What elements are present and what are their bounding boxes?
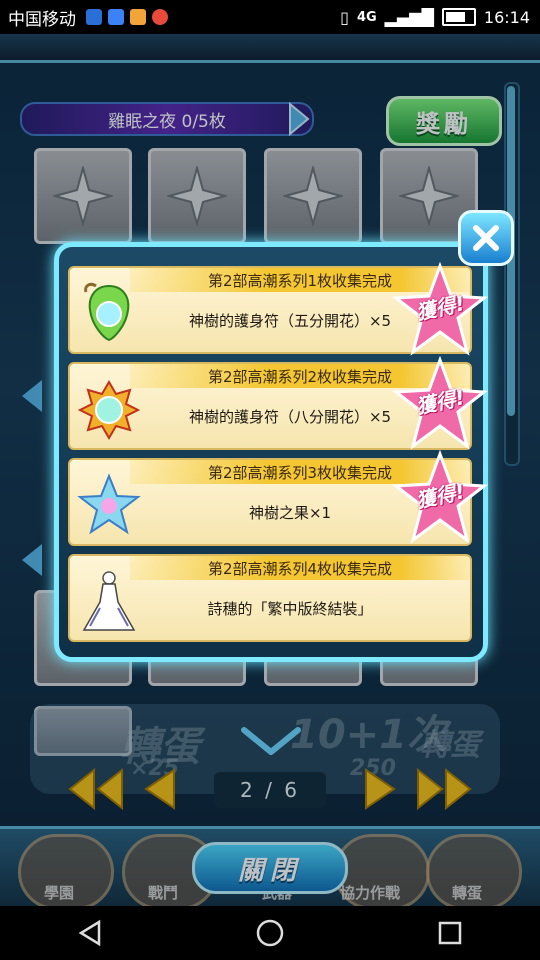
nav-recents-button[interactable]: [430, 913, 470, 953]
signal-icon: ▂▄▆█: [384, 7, 434, 27]
nav-back-button[interactable]: [70, 913, 110, 953]
reward-row-desc: 詩穗的「繁中版終結裝」: [207, 600, 373, 618]
recents-square-icon: [438, 921, 462, 945]
nav-home-button[interactable]: [250, 913, 290, 953]
weibo-icon: [152, 9, 168, 25]
battery-icon: [441, 8, 476, 26]
app-notification-icon: [108, 9, 124, 25]
vibrate-icon: ▯: [340, 7, 349, 27]
back-triangle-icon: [78, 919, 101, 947]
obtained-stamp: 獲得!: [391, 261, 489, 358]
carrier-name: 中国移动: [8, 9, 76, 30]
home-circle-icon: [256, 919, 284, 947]
network-type: 4G: [356, 9, 377, 25]
obtained-stamp: 獲得!: [391, 449, 489, 546]
app-notification-icon: [130, 9, 146, 25]
obtained-stamp: 獲得!: [391, 355, 489, 452]
android-nav-bar: [0, 906, 540, 960]
close-icon: [473, 225, 499, 251]
reward-row: 第2部高潮系列4枚收集完成 詩穗的「繁中版終結裝」: [68, 554, 472, 642]
modal-close-button[interactable]: [458, 210, 514, 266]
reward-row-title: 第2部高潮系列4枚收集完成: [130, 556, 470, 580]
clock: 16:14: [483, 7, 530, 27]
status-bar: 中国移动 ▯ 4G ▂▄▆█ 16:14: [0, 0, 540, 34]
app-notification-icon: [86, 9, 102, 25]
notification-icons: [86, 9, 168, 25]
